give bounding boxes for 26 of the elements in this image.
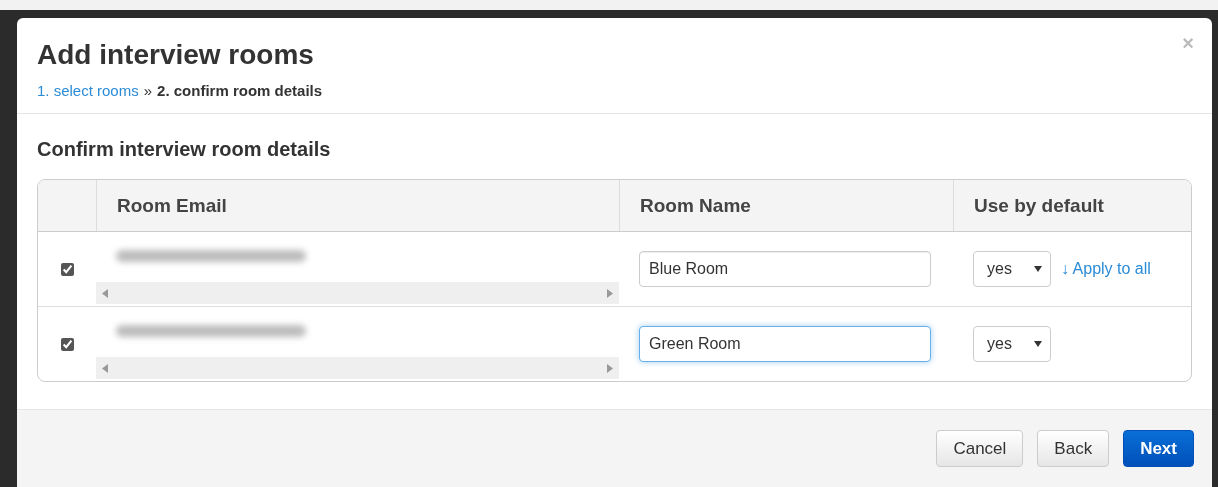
scroll-left-icon[interactable] — [102, 288, 108, 298]
horizontal-scrollbar[interactable] — [96, 357, 619, 379]
column-header: Use by default — [953, 180, 1191, 231]
dialog-title: Add interview rooms — [37, 38, 314, 72]
row-checkbox[interactable] — [60, 262, 74, 276]
caret-icon — [1034, 266, 1042, 272]
default-select[interactable]: yes — [973, 326, 1051, 362]
row-checkbox[interactable] — [60, 337, 74, 351]
scroll-right-icon[interactable] — [607, 288, 613, 298]
breadcrumb-current: 2. confirm room details — [157, 82, 323, 99]
breadcrumb-link[interactable]: 1. select rooms — [37, 82, 139, 99]
primary-button[interactable]: Next — [1123, 430, 1194, 467]
column-header: Room Name — [619, 180, 953, 231]
column-header: Room Email — [96, 180, 619, 231]
scroll-left-icon[interactable] — [102, 363, 108, 373]
default-select[interactable]: yes — [973, 251, 1051, 287]
room-name-field[interactable]: Green Room — [639, 326, 931, 362]
caret-icon — [1034, 341, 1042, 347]
horizontal-scrollbar[interactable] — [96, 282, 619, 304]
breadcrumb-separator: » — [143, 82, 153, 99]
secondary-button[interactable]: Cancel — [936, 430, 1024, 467]
apply-to-all-link[interactable]: ↓ Apply to all — [1061, 260, 1151, 278]
secondary-button[interactable]: Back — [1037, 430, 1110, 467]
section-title: Confirm interview room details — [37, 138, 332, 161]
room-name-field[interactable]: Blue Room — [639, 251, 931, 287]
scroll-right-icon[interactable] — [607, 363, 613, 373]
